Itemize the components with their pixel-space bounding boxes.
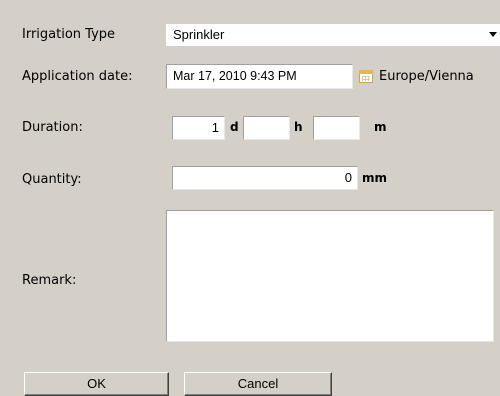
remark-label: Remark: [22, 273, 77, 288]
duration-minutes-field[interactable] [313, 116, 360, 140]
ok-button[interactable]: OK [24, 372, 169, 396]
timezone-label: Europe/Vienna [379, 69, 474, 84]
calendar-icon[interactable] [359, 70, 373, 83]
duration-days-field[interactable]: 1 [172, 116, 225, 140]
application-date-value: Mar 17, 2010 9:43 PM [173, 69, 297, 83]
irrigation-type-value: Sprinkler [173, 27, 225, 42]
irrigation-type-select[interactable]: Sprinkler [166, 24, 500, 46]
duration-minutes-unit: m [374, 120, 387, 134]
quantity-field[interactable]: 0 [172, 166, 358, 190]
duration-label: Duration: [22, 120, 83, 135]
duration-days-value: 1 [211, 120, 219, 135]
application-date-label: Application date: [22, 69, 133, 84]
chevron-down-icon[interactable] [489, 32, 497, 37]
quantity-unit: mm [362, 171, 388, 185]
cancel-button[interactable]: Cancel [184, 372, 332, 396]
quantity-value: 0 [344, 170, 352, 185]
remark-textarea[interactable] [166, 210, 494, 342]
application-date-field[interactable]: Mar 17, 2010 9:43 PM [166, 64, 353, 89]
irrigation-type-label: Irrigation Type [22, 27, 116, 42]
duration-days-unit: d [230, 120, 239, 134]
duration-hours-unit: h [294, 120, 303, 134]
duration-hours-field[interactable] [243, 116, 290, 140]
quantity-label: Quantity: [22, 172, 82, 187]
